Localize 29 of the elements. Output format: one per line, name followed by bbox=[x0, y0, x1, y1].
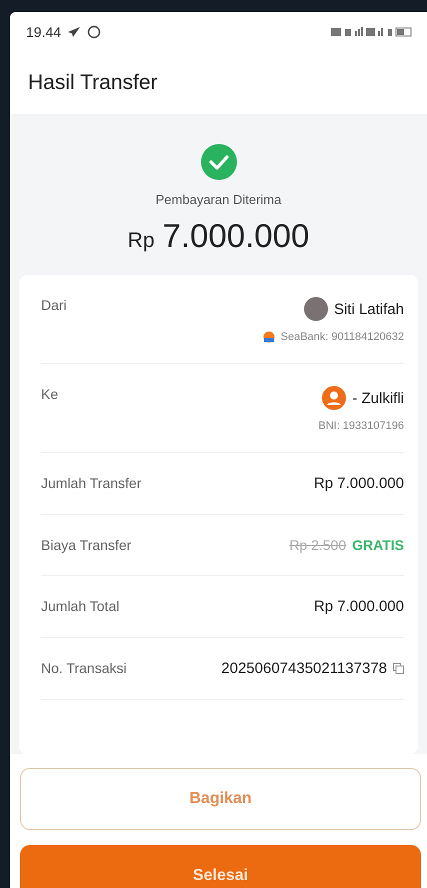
amount: 7.000.000 bbox=[162, 217, 310, 255]
detail-label: Biaya Transfer bbox=[41, 537, 132, 553]
account-number: SeaBank: 901184120632 bbox=[280, 331, 404, 343]
check-circle-icon bbox=[200, 144, 236, 180]
detail-label: Dari bbox=[41, 297, 67, 313]
account-number: BNI: 1933107196 bbox=[318, 420, 404, 432]
copy-icon[interactable] bbox=[393, 663, 404, 674]
bank-logo-icon bbox=[262, 331, 275, 343]
share-button[interactable]: Bagikan bbox=[20, 768, 421, 830]
payment-status: Pembayaran Diterima bbox=[156, 192, 282, 207]
original-fee: Rp 2.500 bbox=[289, 537, 346, 553]
fee-value: GRATIS bbox=[352, 537, 404, 553]
detail-label: No. Transaksi bbox=[41, 660, 127, 676]
party-name: Siti Latifah bbox=[334, 300, 404, 318]
detail-value: Rp 7.000.000 bbox=[314, 475, 404, 492]
detail-label: Ke bbox=[41, 386, 58, 402]
detail-value: Rp 7.000.000 bbox=[314, 598, 404, 615]
signal-battery-icon bbox=[331, 26, 413, 38]
page-title: Hasil Transfer bbox=[28, 71, 158, 95]
avatar-photo-placeholder bbox=[304, 297, 328, 321]
currency: Rp bbox=[128, 229, 155, 253]
detail-label: Jumlah Transfer bbox=[41, 475, 142, 491]
done-button[interactable]: Selesai bbox=[20, 845, 421, 888]
send-icon bbox=[67, 26, 82, 38]
person-icon bbox=[322, 386, 346, 410]
status-time: 19.44 bbox=[26, 24, 62, 40]
party-name: - Zulkifli bbox=[352, 390, 404, 406]
detail-label: Jumlah Total bbox=[41, 598, 120, 614]
transaction-number: 20250607435021137378 bbox=[221, 660, 387, 677]
